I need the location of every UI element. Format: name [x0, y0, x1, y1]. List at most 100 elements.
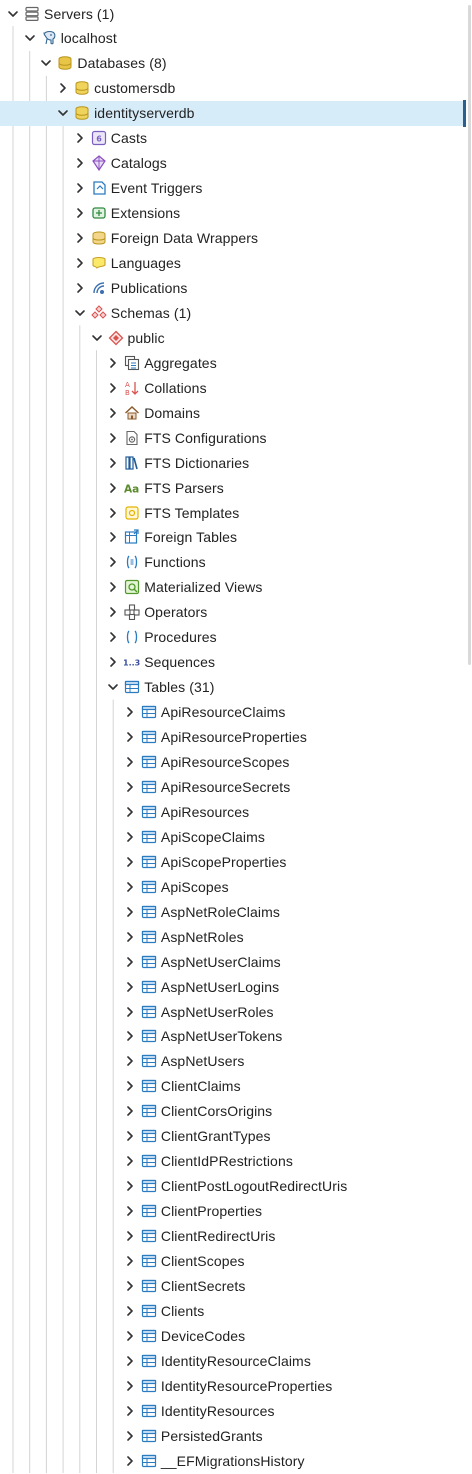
tree-node-casts[interactable]: 6 Casts — [0, 126, 464, 151]
chevron-right-icon[interactable] — [123, 980, 137, 994]
table-row[interactable]: ApiScopes — [0, 874, 464, 899]
scrollbar-thumb[interactable] — [468, 5, 471, 665]
chevron-right-icon[interactable] — [123, 1179, 137, 1193]
chevron-right-icon[interactable] — [123, 805, 137, 819]
tree-node-identityserverdb[interactable]: identityserverdb — [0, 100, 464, 126]
tree-node-fts-templates[interactable]: FTS Templates — [0, 500, 464, 525]
tree-node-domains[interactable]: Domains — [0, 400, 464, 425]
chevron-down-icon[interactable] — [90, 331, 104, 345]
chevron-right-icon[interactable] — [73, 156, 87, 170]
chevron-right-icon[interactable] — [56, 81, 70, 95]
tree-node-operators[interactable]: Operators — [0, 600, 464, 625]
chevron-right-icon[interactable] — [73, 131, 87, 145]
tree-node-materialized-views[interactable]: Materialized Views — [0, 575, 464, 600]
table-row[interactable]: ApiScopeClaims — [0, 824, 464, 849]
scrollbar[interactable] — [467, 0, 472, 1474]
table-row[interactable]: ClientCorsOrigins — [0, 1099, 464, 1124]
chevron-right-icon[interactable] — [106, 605, 120, 619]
chevron-right-icon[interactable] — [123, 755, 137, 769]
table-row[interactable]: ClientScopes — [0, 1249, 464, 1274]
chevron-right-icon[interactable] — [73, 206, 87, 220]
table-row[interactable]: IdentityResources — [0, 1398, 464, 1423]
table-row[interactable]: IdentityResourceClaims — [0, 1348, 464, 1373]
table-row[interactable]: IdentityResourceProperties — [0, 1373, 464, 1398]
tree-node-languages[interactable]: Languages — [0, 251, 464, 276]
table-row[interactable]: ApiScopeProperties — [0, 849, 464, 874]
chevron-right-icon[interactable] — [106, 530, 120, 544]
table-row[interactable]: AspNetUserClaims — [0, 949, 464, 974]
chevron-down-icon[interactable] — [6, 7, 20, 21]
tree-node-fts-parsers[interactable]: Aa FTS Parsers — [0, 475, 464, 500]
chevron-right-icon[interactable] — [123, 1304, 137, 1318]
chevron-right-icon[interactable] — [123, 780, 137, 794]
table-row[interactable]: ClientClaims — [0, 1074, 464, 1099]
tree-node-procedures[interactable]: Procedures — [0, 625, 464, 650]
chevron-right-icon[interactable] — [123, 880, 137, 894]
table-row[interactable]: ApiResourceSecrets — [0, 774, 464, 799]
chevron-right-icon[interactable] — [106, 580, 120, 594]
chevron-right-icon[interactable] — [123, 1079, 137, 1093]
table-row[interactable]: AspNetRoles — [0, 924, 464, 949]
chevron-right-icon[interactable] — [73, 231, 87, 245]
chevron-right-icon[interactable] — [73, 256, 87, 270]
chevron-right-icon[interactable] — [106, 356, 120, 370]
table-row[interactable]: AspNetUserTokens — [0, 1024, 464, 1049]
tree-node-fts-configurations[interactable]: FTS Configurations — [0, 425, 464, 450]
tree-node-tables[interactable]: Tables (31) — [0, 675, 464, 700]
chevron-right-icon[interactable] — [123, 1229, 137, 1243]
chevron-right-icon[interactable] — [123, 855, 137, 869]
chevron-right-icon[interactable] — [106, 381, 120, 395]
chevron-down-icon[interactable] — [23, 31, 37, 45]
table-row[interactable]: ClientIdPRestrictions — [0, 1149, 464, 1174]
tree-node-customersdb[interactable]: customersdb — [0, 76, 464, 101]
chevron-right-icon[interactable] — [123, 1054, 137, 1068]
tree-node-localhost[interactable]: localhost — [0, 26, 464, 51]
chevron-right-icon[interactable] — [123, 1129, 137, 1143]
tree-node-aggregates[interactable]: Aggregates — [0, 350, 464, 375]
table-row[interactable]: ClientGrantTypes — [0, 1124, 464, 1149]
tree-node-fts-dictionaries[interactable]: FTS Dictionaries — [0, 450, 464, 475]
table-row[interactable]: AspNetUsers — [0, 1049, 464, 1074]
chevron-down-icon[interactable] — [39, 56, 53, 70]
chevron-right-icon[interactable] — [73, 281, 87, 295]
table-row[interactable]: AspNetUserLogins — [0, 974, 464, 999]
chevron-right-icon[interactable] — [123, 1379, 137, 1393]
chevron-right-icon[interactable] — [123, 1429, 137, 1443]
chevron-right-icon[interactable] — [106, 630, 120, 644]
table-row[interactable]: ClientSecrets — [0, 1273, 464, 1298]
chevron-right-icon[interactable] — [123, 730, 137, 744]
chevron-right-icon[interactable] — [123, 1354, 137, 1368]
tree-node-sequences[interactable]: 1..3 Sequences — [0, 650, 464, 675]
table-row[interactable]: __EFMigrationsHistory — [0, 1448, 464, 1473]
table-row[interactable]: ApiResourceProperties — [0, 725, 464, 750]
chevron-right-icon[interactable] — [106, 456, 120, 470]
table-row[interactable]: ApiResourceScopes — [0, 750, 464, 775]
chevron-right-icon[interactable] — [123, 955, 137, 969]
chevron-right-icon[interactable] — [123, 705, 137, 719]
chevron-right-icon[interactable] — [106, 481, 120, 495]
chevron-right-icon[interactable] — [123, 905, 137, 919]
chevron-right-icon[interactable] — [123, 1454, 137, 1468]
chevron-right-icon[interactable] — [106, 406, 120, 420]
tree-node-event-triggers[interactable]: Event Triggers — [0, 176, 464, 201]
chevron-right-icon[interactable] — [123, 1005, 137, 1019]
tree-node-servers[interactable]: Servers (1) — [0, 1, 464, 26]
chevron-right-icon[interactable] — [123, 830, 137, 844]
tree-node-public[interactable]: public — [0, 325, 464, 350]
tree-node-databases[interactable]: Databases (8) — [0, 51, 464, 76]
table-row[interactable]: ApiResources — [0, 799, 464, 824]
tree-node-functions[interactable]: Functions — [0, 550, 464, 575]
chevron-right-icon[interactable] — [106, 555, 120, 569]
table-row[interactable]: AspNetRoleClaims — [0, 899, 464, 924]
chevron-right-icon[interactable] — [123, 1329, 137, 1343]
tree-node-schemas[interactable]: Schemas (1) — [0, 300, 464, 325]
chevron-right-icon[interactable] — [123, 1029, 137, 1043]
chevron-right-icon[interactable] — [123, 930, 137, 944]
tree-node-publications[interactable]: Publications — [0, 275, 464, 300]
tree-node-foreign-data-wrappers[interactable]: Foreign Data Wrappers — [0, 226, 464, 251]
tree-node-foreign-tables[interactable]: Foreign Tables — [0, 525, 464, 550]
tree-node-collations[interactable]: A B Collations — [0, 375, 464, 400]
table-row[interactable]: Clients — [0, 1298, 464, 1323]
chevron-right-icon[interactable] — [123, 1404, 137, 1418]
table-row[interactable]: ClientRedirectUris — [0, 1224, 464, 1249]
